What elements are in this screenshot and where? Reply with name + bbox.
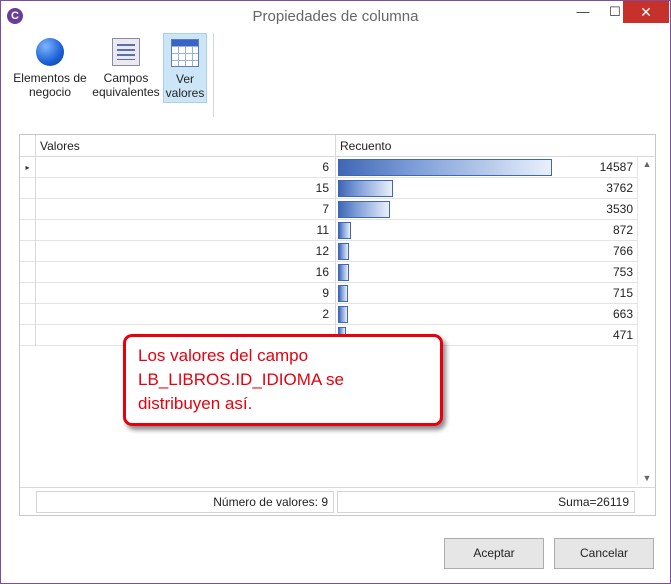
cell-valor[interactable]: 7 (36, 199, 336, 220)
ver-valores-button[interactable]: Ver valores (163, 33, 207, 103)
cell-recuento[interactable]: 3530 (336, 199, 637, 220)
ver-valores-label-2: valores (165, 86, 205, 100)
cell-recuento[interactable]: 753 (336, 262, 637, 283)
cancel-button[interactable]: Cancelar (554, 538, 654, 569)
accept-button[interactable]: Aceptar (444, 538, 544, 569)
callout-line-3: distribuyen así. (138, 394, 253, 413)
campos-equivalentes-label-2: equivalentes (92, 85, 160, 99)
count-value: 766 (612, 244, 633, 258)
column-header-recuento[interactable]: Recuento (336, 135, 637, 157)
callout-line-2: LB_LIBROS.ID_IDIOMA se (138, 370, 344, 389)
table-row[interactable]: 12 766 (20, 241, 637, 262)
table-row[interactable]: 16 753 (20, 262, 637, 283)
table-row[interactable]: 11 872 (20, 220, 637, 241)
table-row[interactable]: 2 663 (20, 304, 637, 325)
elementos-negocio-label-2: negocio (28, 85, 72, 99)
count-bar (338, 222, 351, 239)
ver-valores-label-1: Ver (175, 72, 194, 86)
count-bar (338, 264, 349, 281)
scroll-up-icon[interactable]: ▲ (638, 159, 656, 169)
globe-icon (36, 38, 64, 66)
row-indicator[interactable] (20, 325, 36, 346)
row-indicator[interactable] (20, 178, 36, 199)
close-button[interactable]: ✕ (623, 1, 669, 23)
vertical-scrollbar[interactable]: ▲ ▼ (637, 157, 655, 485)
count-value: 14587 (599, 160, 633, 174)
row-indicator[interactable] (20, 304, 36, 325)
document-list-icon (112, 38, 140, 66)
elementos-negocio-label-1: Elementos de (13, 71, 87, 85)
column-header-valores[interactable]: Valores (36, 135, 336, 157)
count-bar (338, 180, 393, 197)
cell-valor[interactable]: 6 (36, 157, 336, 178)
count-bar (338, 201, 390, 218)
row-indicator-header (20, 135, 36, 157)
grid-table-icon (171, 39, 199, 67)
count-value: 3530 (606, 202, 633, 216)
cell-recuento[interactable]: 3762 (336, 178, 637, 199)
count-bar (338, 243, 349, 260)
count-value: 753 (612, 265, 633, 279)
values-grid-panel: Valores Recuento ▸ 6 14587 15 3762 7 3530 11 872… (19, 134, 656, 516)
grid-rows: ▸ 6 14587 15 3762 7 3530 11 872 12 766 16 753 9 715 2 66… (20, 157, 637, 346)
campos-equivalentes-label-1: Campos (103, 71, 149, 85)
row-indicator[interactable] (20, 241, 36, 262)
table-row[interactable]: 15 3762 (20, 178, 637, 199)
annotation-callout: Los valores del campo LB_LIBROS.ID_IDIOM… (123, 334, 443, 426)
title-bar: C Propiedades de columna — ☐ ✕ (1, 1, 670, 31)
row-indicator[interactable]: ▸ (20, 157, 36, 178)
table-row[interactable]: ▸ 6 14587 (20, 157, 637, 178)
sum-summary: Suma=26119 (337, 491, 635, 513)
cell-valor[interactable]: 9 (36, 283, 336, 304)
num-values-summary: Número de valores: 9 (36, 491, 334, 513)
cell-valor[interactable]: 16 (36, 262, 336, 283)
cell-valor[interactable]: 2 (36, 304, 336, 325)
minimize-button[interactable]: — (567, 1, 599, 23)
cell-valor[interactable]: 12 (36, 241, 336, 262)
campos-equivalentes-button[interactable]: Campos equivalentes (91, 33, 161, 103)
count-value: 3762 (606, 181, 633, 195)
count-bar (338, 159, 552, 176)
cell-recuento[interactable]: 872 (336, 220, 637, 241)
grid-footer: Número de valores: 9 Suma=26119 (20, 487, 655, 515)
count-bar (338, 285, 348, 302)
row-indicator[interactable] (20, 262, 36, 283)
callout-line-1: Los valores del campo (138, 346, 309, 365)
count-value: 471 (612, 328, 633, 342)
properties-window: C Propiedades de columna — ☐ ✕ Elementos… (0, 0, 671, 584)
row-indicator[interactable] (20, 220, 36, 241)
cell-recuento[interactable]: 766 (336, 241, 637, 262)
row-indicator[interactable] (20, 199, 36, 220)
cell-valor[interactable]: 15 (36, 178, 336, 199)
count-value: 872 (612, 223, 633, 237)
grid-header: Valores Recuento (20, 135, 655, 157)
elementos-negocio-button[interactable]: Elementos de negocio (11, 33, 89, 103)
row-indicator[interactable] (20, 283, 36, 304)
count-bar (338, 306, 348, 323)
cell-valor[interactable]: 11 (36, 220, 336, 241)
toolbar: Elementos de negocio Campos equivalentes… (9, 33, 214, 117)
count-value: 715 (612, 286, 633, 300)
count-value: 663 (612, 307, 633, 321)
table-row[interactable]: 9 715 (20, 283, 637, 304)
cell-recuento[interactable]: 663 (336, 304, 637, 325)
cell-recuento[interactable]: 14587 (336, 157, 637, 178)
table-row[interactable]: 7 3530 (20, 199, 637, 220)
scroll-down-icon[interactable]: ▼ (638, 473, 656, 483)
cell-recuento[interactable]: 715 (336, 283, 637, 304)
